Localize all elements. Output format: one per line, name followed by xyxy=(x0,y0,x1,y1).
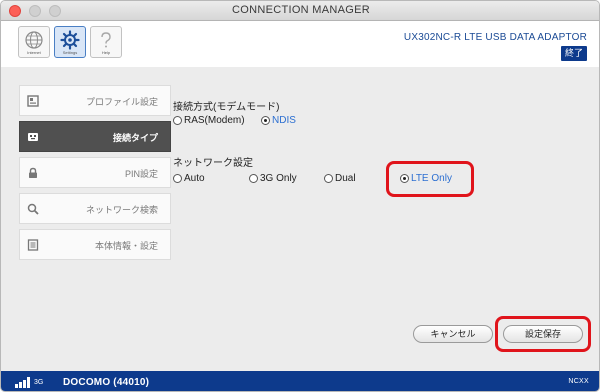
sidebar-item-label: プロファイル設定 xyxy=(85,97,158,107)
window-title: CONNECTION MANAGER xyxy=(231,4,371,16)
exit-button[interactable]: 終了 xyxy=(561,46,587,61)
sidebar-item-device-info[interactable]: 本体情報・設定 xyxy=(19,229,171,260)
sidebar-item-profile[interactable]: プロファイル設定 xyxy=(19,85,171,116)
radio-auto[interactable]: Auto xyxy=(173,173,205,184)
device-name: UX302NC-R LTE USB DATA ADAPTOR xyxy=(403,32,587,43)
info-icon xyxy=(27,239,39,251)
radio-label: Dual xyxy=(335,173,356,184)
radio-dual[interactable]: Dual xyxy=(324,173,356,184)
connection-mode-title: 接続方式(モデムモード) xyxy=(173,102,280,113)
settings-tool-button[interactable]: Settings xyxy=(54,26,86,58)
help-tool-button[interactable]: Help xyxy=(90,26,122,58)
internet-tool-button[interactable]: Internet xyxy=(18,26,50,58)
search-icon xyxy=(27,203,39,215)
sidebar-item-pin[interactable]: PIN設定 xyxy=(19,157,171,188)
radio-label: NDIS xyxy=(272,115,296,126)
lte-only-highlight xyxy=(386,161,474,197)
help-tool-caption: Help xyxy=(101,49,111,55)
connection-icon xyxy=(28,133,38,141)
network-setting-title: ネットワーク設定 xyxy=(173,158,253,169)
brand-logo: NCXX xyxy=(568,378,589,385)
sidebar-item-label: 接続タイプ xyxy=(112,133,158,143)
status-bar: 3G DOCOMO (44010) NCXX xyxy=(1,371,599,391)
gear-icon xyxy=(60,29,80,50)
radio-label: Auto xyxy=(184,173,205,184)
radio-button[interactable] xyxy=(324,174,333,183)
cancel-button[interactable]: キャンセル xyxy=(413,325,493,343)
radio-ras-modem[interactable]: RAS(Modem) xyxy=(173,115,245,126)
sidebar-item-network-search[interactable]: ネットワーク検索 xyxy=(19,193,171,224)
sidebar-item-label: PIN設定 xyxy=(124,169,158,179)
main-content: プロファイル設定 接続タイプ PIN設定 ネットワーク検索 本体情報・設定 接続… xyxy=(11,73,591,368)
radio-label: 3G Only xyxy=(260,173,297,184)
radio-button[interactable] xyxy=(249,174,258,183)
radio-button[interactable] xyxy=(261,116,270,125)
signal-strength-icon xyxy=(15,377,31,388)
radio-button[interactable] xyxy=(173,174,182,183)
sidebar-item-label: 本体情報・設定 xyxy=(94,241,158,251)
lock-icon xyxy=(29,167,37,178)
toolbar: Internet Settings Help UX302NC-R LTE USB… xyxy=(1,21,599,67)
connection-manager-window: CONNECTION MANAGER Internet Settings Hel… xyxy=(0,0,600,392)
sidebar-item-label: ネットワーク検索 xyxy=(85,205,158,215)
radio-label: RAS(Modem) xyxy=(184,115,245,126)
globe-icon xyxy=(25,30,43,49)
profile-icon xyxy=(27,95,39,107)
save-button-highlight xyxy=(495,316,591,352)
settings-tool-caption: Settings xyxy=(62,49,78,55)
radio-ndis[interactable]: NDIS xyxy=(261,115,296,126)
carrier-name: DOCOMO (44010) xyxy=(63,377,150,388)
settings-sidebar: プロファイル設定 接続タイプ PIN設定 ネットワーク検索 本体情報・設定 xyxy=(19,85,171,265)
network-type-label: 3G xyxy=(34,379,44,386)
internet-tool-caption: Internet xyxy=(27,49,41,55)
title-bar[interactable]: CONNECTION MANAGER xyxy=(1,1,599,21)
help-icon xyxy=(101,31,111,47)
sidebar-item-connection-type[interactable]: 接続タイプ xyxy=(19,121,171,152)
radio-3g-only[interactable]: 3G Only xyxy=(249,173,297,184)
radio-button[interactable] xyxy=(173,116,182,125)
